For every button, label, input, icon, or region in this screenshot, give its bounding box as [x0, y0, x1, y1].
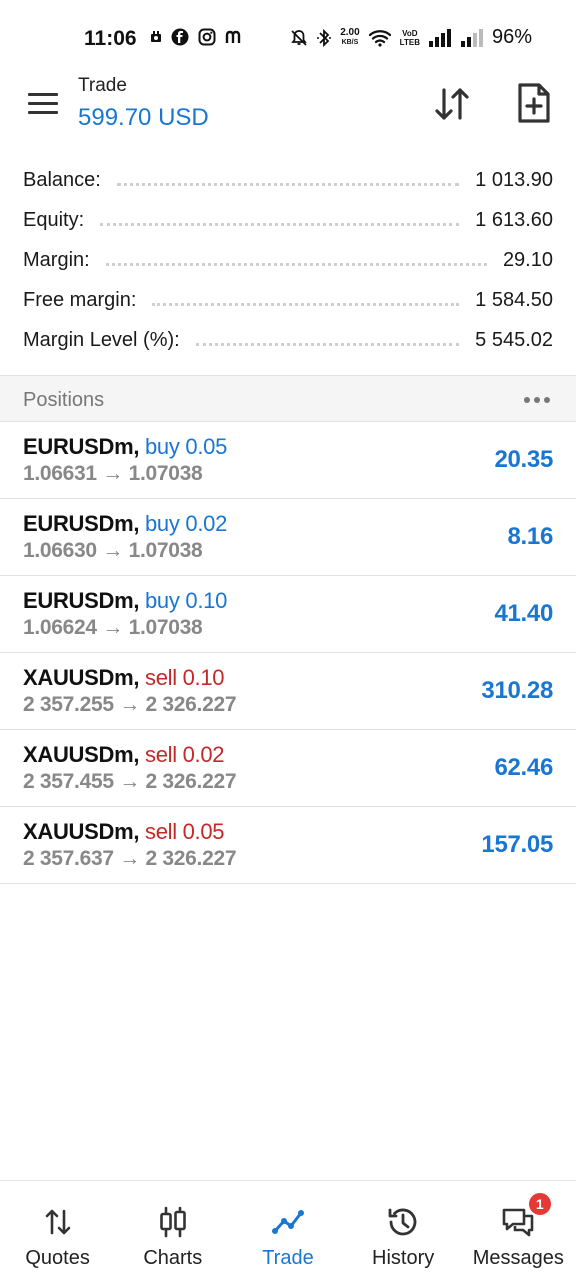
- position-side: sell 0.10: [145, 665, 225, 690]
- position-title: EURUSDm, buy 0.02: [23, 511, 227, 537]
- summary-row-free-margin: Free margin: 1 584.50: [0, 280, 576, 320]
- positions-section-header: Positions: [0, 375, 576, 422]
- dotted-leader: [195, 342, 460, 346]
- bluetooth-icon: [317, 28, 332, 47]
- summary-row-balance: Balance: 1 013.90: [0, 160, 576, 200]
- summary-value: 29.10: [502, 248, 553, 271]
- summary-value: 1 584.50: [475, 288, 553, 311]
- positions-title: Positions: [23, 389, 105, 411]
- account-balance-header: 599.70 USD: [78, 104, 209, 131]
- summary-row-margin: Margin: 29.10: [0, 240, 576, 280]
- nav-label: Charts: [143, 1247, 203, 1269]
- position-row[interactable]: EURUSDm, buy 0.10 1.06624 → 1.07038 41.4…: [0, 576, 576, 653]
- candlestick-icon: [159, 1206, 186, 1238]
- nav-messages[interactable]: 1 Messages: [461, 1181, 576, 1280]
- position-symbol: XAUUSDm,: [23, 819, 140, 844]
- summary-label: Balance:: [23, 168, 101, 191]
- history-clock-icon: [388, 1208, 417, 1236]
- notification-icons: [150, 28, 243, 46]
- position-side: sell 0.05: [145, 819, 225, 844]
- m-app-icon: [225, 30, 241, 43]
- position-profit: 62.46: [494, 754, 553, 781]
- signal-strength-icon: [428, 28, 451, 47]
- unread-badge: 1: [526, 1191, 553, 1217]
- position-prices: 2 357.455 → 2 326.227: [23, 770, 237, 793]
- position-row[interactable]: EURUSDm, buy 0.02 1.06630 → 1.07038 8.16: [0, 499, 576, 576]
- nav-label: History: [372, 1247, 435, 1269]
- position-side: buy 0.02: [145, 511, 228, 536]
- position-symbol: XAUUSDm,: [23, 665, 140, 690]
- position-side: buy 0.10: [145, 588, 228, 613]
- summary-row-margin-level: Margin Level (%): 5 545.02: [0, 320, 576, 360]
- dotted-leader: [105, 262, 487, 266]
- summary-value: 5 545.02: [475, 328, 553, 351]
- position-title: XAUUSDm, sell 0.10: [23, 665, 225, 691]
- position-prices: 1.06630 → 1.07038: [23, 539, 203, 562]
- bottom-navigation: Quotes Charts Trade History 1 Messages: [0, 1180, 576, 1280]
- position-prices: 2 357.255 → 2 326.227: [23, 693, 237, 716]
- position-profit: 8.16: [507, 523, 553, 550]
- hamburger-menu-icon[interactable]: [28, 86, 62, 120]
- position-symbol: XAUUSDm,: [23, 742, 140, 767]
- position-prices: 1.06631 → 1.07038: [23, 462, 203, 485]
- position-row[interactable]: XAUUSDm, sell 0.10 2 357.255 → 2 326.227…: [0, 653, 576, 730]
- summary-label: Margin Level (%):: [23, 328, 180, 351]
- nav-label: Trade: [262, 1247, 314, 1269]
- new-order-icon[interactable]: [516, 82, 552, 124]
- instagram-icon: [198, 28, 216, 46]
- position-symbol: EURUSDm,: [23, 434, 140, 459]
- page-title: Trade: [78, 75, 127, 96]
- position-prices: 1.06624 → 1.07038: [23, 616, 203, 639]
- notification-app-icon: [151, 31, 161, 42]
- summary-label: Margin:: [23, 248, 90, 271]
- system-status-icons: 2.00 KB/S VoD LTEB 96%: [290, 26, 532, 49]
- position-side: sell 0.02: [145, 742, 225, 767]
- status-bar: 11:06 2.00 KB/S VoD LTEB 96%: [0, 0, 576, 78]
- position-symbol: EURUSDm,: [23, 588, 140, 613]
- trade-line-icon: [271, 1210, 304, 1234]
- position-profit: 157.05: [481, 831, 553, 858]
- position-title: XAUUSDm, sell 0.02: [23, 742, 225, 768]
- battery-level: 96%: [491, 26, 532, 48]
- app-header: Trade 599.70 USD: [0, 70, 576, 150]
- signal-strength-2-icon: [460, 28, 483, 47]
- position-title: EURUSDm, buy 0.10: [23, 588, 227, 614]
- position-title: EURUSDm, buy 0.05: [23, 434, 227, 460]
- summary-label: Free margin:: [23, 288, 137, 311]
- position-symbol: EURUSDm,: [23, 511, 140, 536]
- position-row[interactable]: XAUUSDm, sell 0.05 2 357.637 → 2 326.227…: [0, 807, 576, 884]
- positions-list: EURUSDm, buy 0.05 1.06631 → 1.07038 20.3…: [0, 422, 576, 884]
- volte-indicator: VoD LTEB: [399, 28, 420, 47]
- position-title: XAUUSDm, sell 0.05: [23, 819, 225, 845]
- wifi-icon: [368, 29, 391, 47]
- summary-label: Equity:: [23, 208, 85, 231]
- more-options-icon[interactable]: [522, 390, 552, 410]
- summary-row-equity: Equity: 1 613.60: [0, 200, 576, 240]
- nav-quotes[interactable]: Quotes: [0, 1181, 115, 1280]
- sort-arrows-icon[interactable]: [432, 84, 472, 124]
- position-profit: 20.35: [494, 446, 553, 473]
- dotted-leader: [100, 222, 460, 226]
- position-row[interactable]: XAUUSDm, sell 0.02 2 357.455 → 2 326.227…: [0, 730, 576, 807]
- summary-value: 1 013.90: [475, 168, 553, 191]
- position-profit: 41.40: [494, 600, 553, 627]
- nav-label: Quotes: [25, 1247, 90, 1269]
- position-side: buy 0.05: [145, 434, 228, 459]
- quotes-arrows-icon: [45, 1209, 70, 1235]
- nav-charts[interactable]: Charts: [115, 1181, 230, 1280]
- nav-label: Messages: [472, 1247, 564, 1269]
- nav-history[interactable]: History: [346, 1181, 461, 1280]
- nav-trade[interactable]: Trade: [230, 1181, 345, 1280]
- position-profit: 310.28: [481, 677, 553, 704]
- account-summary: Balance: 1 013.90 Equity: 1 613.60 Margi…: [0, 160, 576, 360]
- dotted-leader: [116, 182, 460, 186]
- mute-bell-icon: [291, 29, 308, 46]
- dotted-leader: [152, 302, 460, 306]
- status-time: 11:06: [84, 27, 137, 50]
- summary-value: 1 613.60: [475, 208, 553, 231]
- position-row[interactable]: EURUSDm, buy 0.05 1.06631 → 1.07038 20.3…: [0, 422, 576, 499]
- network-speed: 2.00 KB/S: [340, 26, 360, 46]
- facebook-icon: [171, 28, 189, 46]
- position-prices: 2 357.637 → 2 326.227: [23, 847, 237, 870]
